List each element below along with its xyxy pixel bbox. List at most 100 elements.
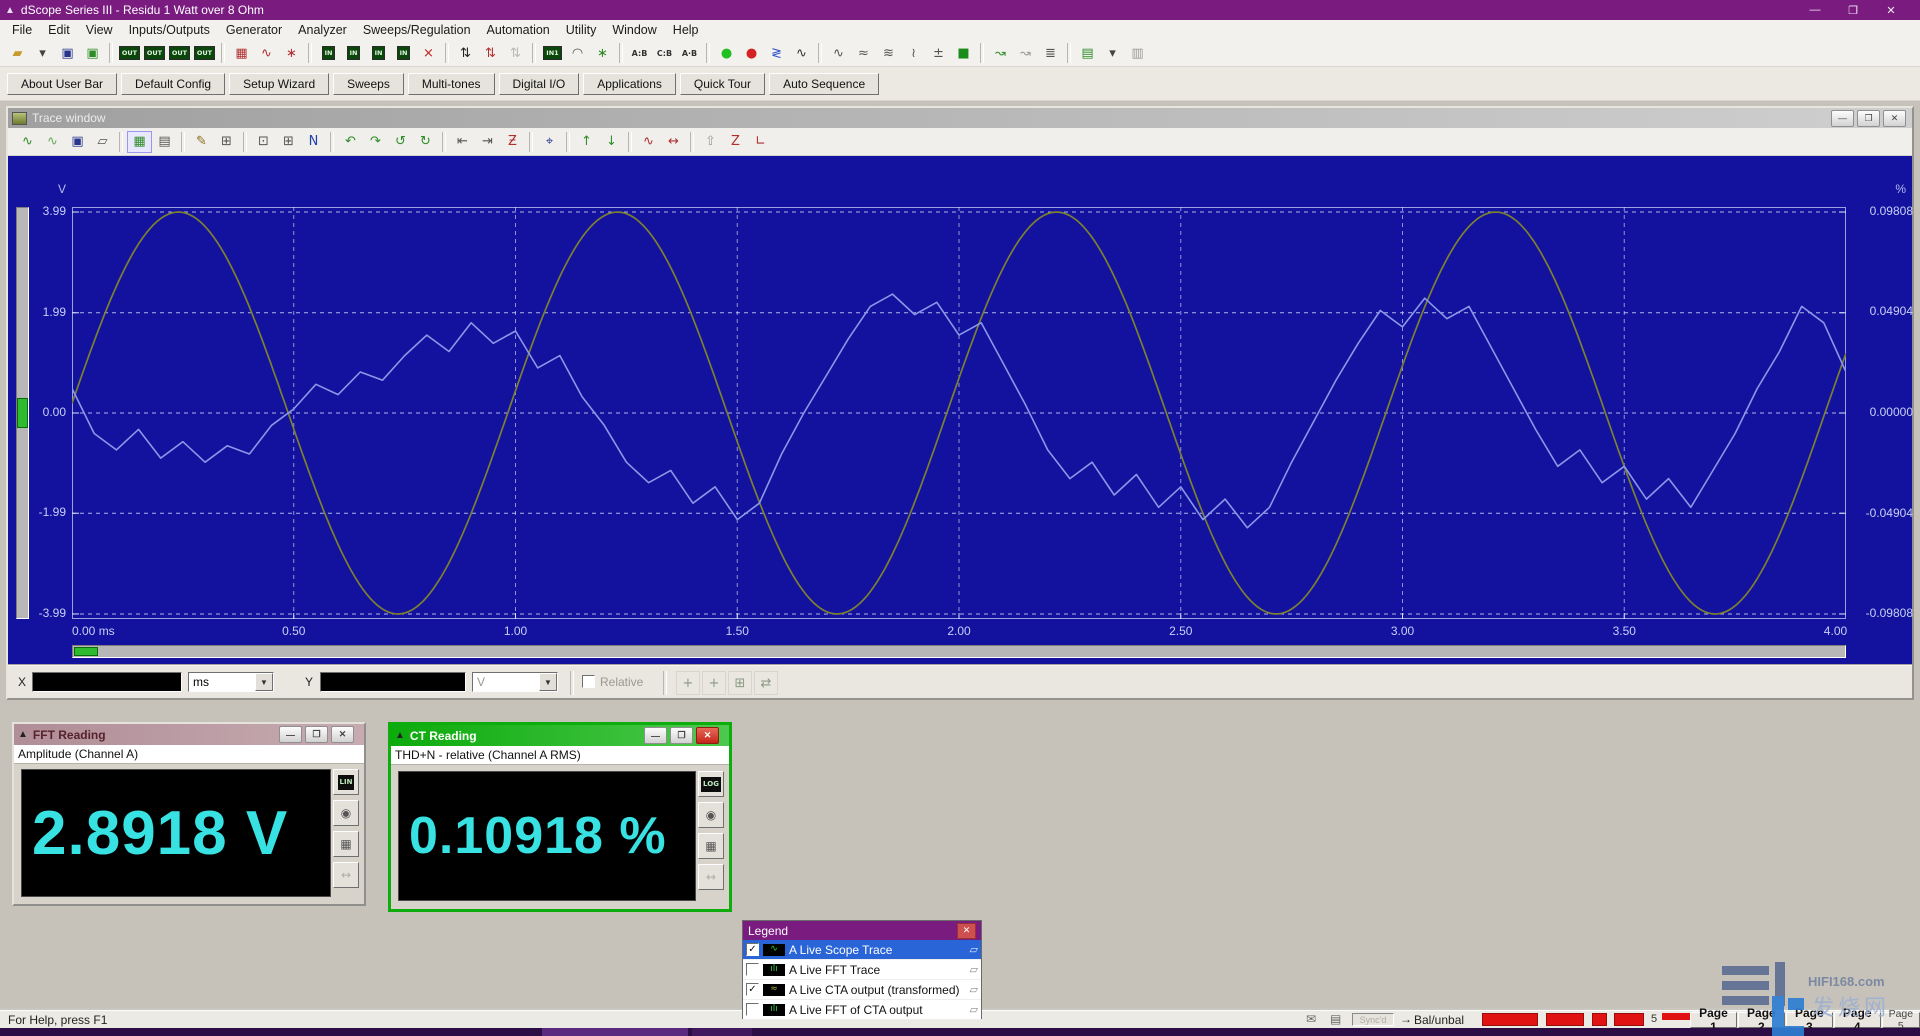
status-page-3-button[interactable]: Page 3 [1786,1012,1833,1028]
monitor-icon[interactable]: ◉ [333,800,359,826]
nudge-up-icon[interactable]: ↺ [388,131,413,153]
ct-minimize-button[interactable]: — [644,727,667,744]
minimize-button[interactable]: — [1796,4,1834,17]
freehand-gray-icon[interactable]: ↝ [1013,42,1038,64]
menu-sweeps-regulation[interactable]: Sweeps/Regulation [355,21,479,39]
generator-off-icon[interactable]: ∗ [279,42,304,64]
monitor-icon[interactable]: ◉ [698,802,724,828]
legend-title-bar[interactable]: Legend ✕ [743,921,981,940]
generator-out-a-icon[interactable]: OUT [117,42,142,64]
sweep-up-down-icon[interactable]: ⇅ [453,42,478,64]
generator-grid-icon[interactable]: ▦ [229,42,254,64]
cursor-add-icon[interactable]: + [676,671,700,695]
chevron-down-icon[interactable]: ▼ [539,673,557,691]
taskbar-app[interactable] [692,1028,752,1036]
userbar-quick-tour[interactable]: Quick Tour [680,73,765,95]
graph-view-icon[interactable]: ▦ [127,131,152,153]
add-trace-icon[interactable]: ∿ [15,131,40,153]
channel-ab-link-icon[interactable]: A·B [677,42,702,64]
legend-row[interactable]: ılıA Live FFT of CTA output▱ [743,1000,981,1020]
generator-wave-icon[interactable]: ∿ [254,42,279,64]
restore-button[interactable]: ❐ [1834,4,1872,17]
userbar-default-config[interactable]: Default Config [121,73,225,95]
lin-log-toggle[interactable]: LIN [333,769,359,795]
generator-out-mute-icon[interactable]: OUT [192,42,217,64]
channel-c-b-icon[interactable]: C:B [652,42,677,64]
marker-icon[interactable]: ⌖ [537,131,562,153]
os-taskbar-strip[interactable] [0,1028,1920,1036]
generator-out-level-icon[interactable]: OUT [167,42,192,64]
legend-checkbox[interactable]: ✓ [746,983,759,996]
stop-icon[interactable]: ● [739,42,764,64]
cursor-up-icon[interactable]: ↑ [574,131,599,153]
link-cursor-icon[interactable]: ↔ [698,864,724,890]
x-unit-select[interactable]: ms ▼ [188,672,274,692]
spread-traces-icon[interactable]: ↔ [661,131,686,153]
chevron-down-icon[interactable]: ▼ [255,673,273,691]
analyzer-in-mute-icon[interactable]: IN [391,42,416,64]
raise-trace-icon[interactable]: ⇧ [698,131,723,153]
align-right-icon[interactable]: ⇥ [475,131,500,153]
multitone-icon[interactable]: ≷ [764,42,789,64]
trace-peak-icon[interactable]: ≋ [876,42,901,64]
settings-grid-icon[interactable]: ▦ [333,831,359,857]
status-page-4-button[interactable]: Page 4 [1834,1012,1881,1028]
autoscale-icon[interactable]: N [301,131,326,153]
trace-restore-button[interactable]: ❐ [1857,110,1880,127]
fft-minimize-button[interactable]: — [279,726,302,743]
horizontal-pan-thumb[interactable] [74,647,98,656]
copy-trace-icon[interactable]: ▱ [970,943,978,956]
legend-checkbox[interactable] [746,963,759,976]
menu-file[interactable]: File [4,21,40,39]
trace-window-title-bar[interactable]: Trace window — ❐ ✕ [8,108,1912,128]
status-page-1-button[interactable]: Page 1 [1690,1012,1737,1028]
report-menu-icon[interactable]: ▾ [1100,42,1125,64]
copy-trace-icon[interactable]: ∿ [40,131,65,153]
legend-row[interactable]: ✓∿A Live Scope Trace▱ [743,940,981,960]
horizontal-pan-scrollbar[interactable] [72,645,1846,658]
copy-clipboard-icon[interactable]: ▱ [90,131,115,153]
lin-log-toggle[interactable]: LOG [698,771,724,797]
y-readout-field[interactable] [320,672,466,692]
oscilloscope-plot[interactable] [72,207,1846,619]
nudge-left-icon[interactable]: ↶ [338,131,363,153]
freehand-icon[interactable]: ↝ [988,42,1013,64]
zoom-out-box-icon[interactable]: ⊡ [251,131,276,153]
trace-min-icon[interactable]: ≀ [901,42,926,64]
x-readout-field[interactable] [32,672,182,692]
userbar-digital-i-o[interactable]: Digital I/O [499,73,580,95]
userbar-applications[interactable]: Applications [583,73,676,95]
cursor-add-track-icon[interactable]: + [702,671,726,695]
y-unit-select[interactable]: V ▼ [472,672,558,692]
userbar-auto-sequence[interactable]: Auto Sequence [769,73,879,95]
z-axis-icon[interactable]: Z [723,131,748,153]
fft-close-button[interactable]: ✕ [331,726,354,743]
ct-close-button[interactable]: ✕ [696,727,719,744]
fft-restore-button[interactable]: ❐ [305,726,328,743]
table-view-icon[interactable]: ▤ [152,131,177,153]
residual-trace-icon[interactable]: ∿ [636,131,661,153]
analyzer-in-level-icon[interactable]: IN [366,42,391,64]
trace-close-button[interactable]: ✕ [1883,110,1906,127]
channel-tree-icon[interactable]: ∗ [590,42,615,64]
layout-icon[interactable]: ▥ [1125,42,1150,64]
menu-window[interactable]: Window [604,21,664,39]
edit-trace-icon[interactable]: ✎ [189,131,214,153]
signal-monitor-icon[interactable]: ◠ [565,42,590,64]
cursor-swap-icon[interactable]: ⇄ [754,671,778,695]
copy-trace-icon[interactable]: ▱ [970,1003,978,1016]
legend-row[interactable]: ılıA Live FFT Trace▱ [743,960,981,980]
comb-filter-icon[interactable]: ≣ [1038,42,1063,64]
trace-smooth-icon[interactable]: ∿ [826,42,851,64]
menu-edit[interactable]: Edit [40,21,78,39]
settings-grid-icon[interactable]: ▦ [698,833,724,859]
trace-window-icon[interactable]: ■ [951,42,976,64]
axes-setup-icon[interactable]: ∟ [748,131,773,153]
open-config-menu-icon[interactable]: ▾ [30,42,55,64]
copy-trace-icon[interactable]: ▱ [970,983,978,996]
relative-checkbox[interactable] [582,675,595,688]
analyzer-in-a-icon[interactable]: IN [316,42,341,64]
save-config-icon[interactable]: ▣ [55,42,80,64]
legend-checkbox[interactable] [746,1003,759,1016]
save-run-icon[interactable]: ▣ [80,42,105,64]
